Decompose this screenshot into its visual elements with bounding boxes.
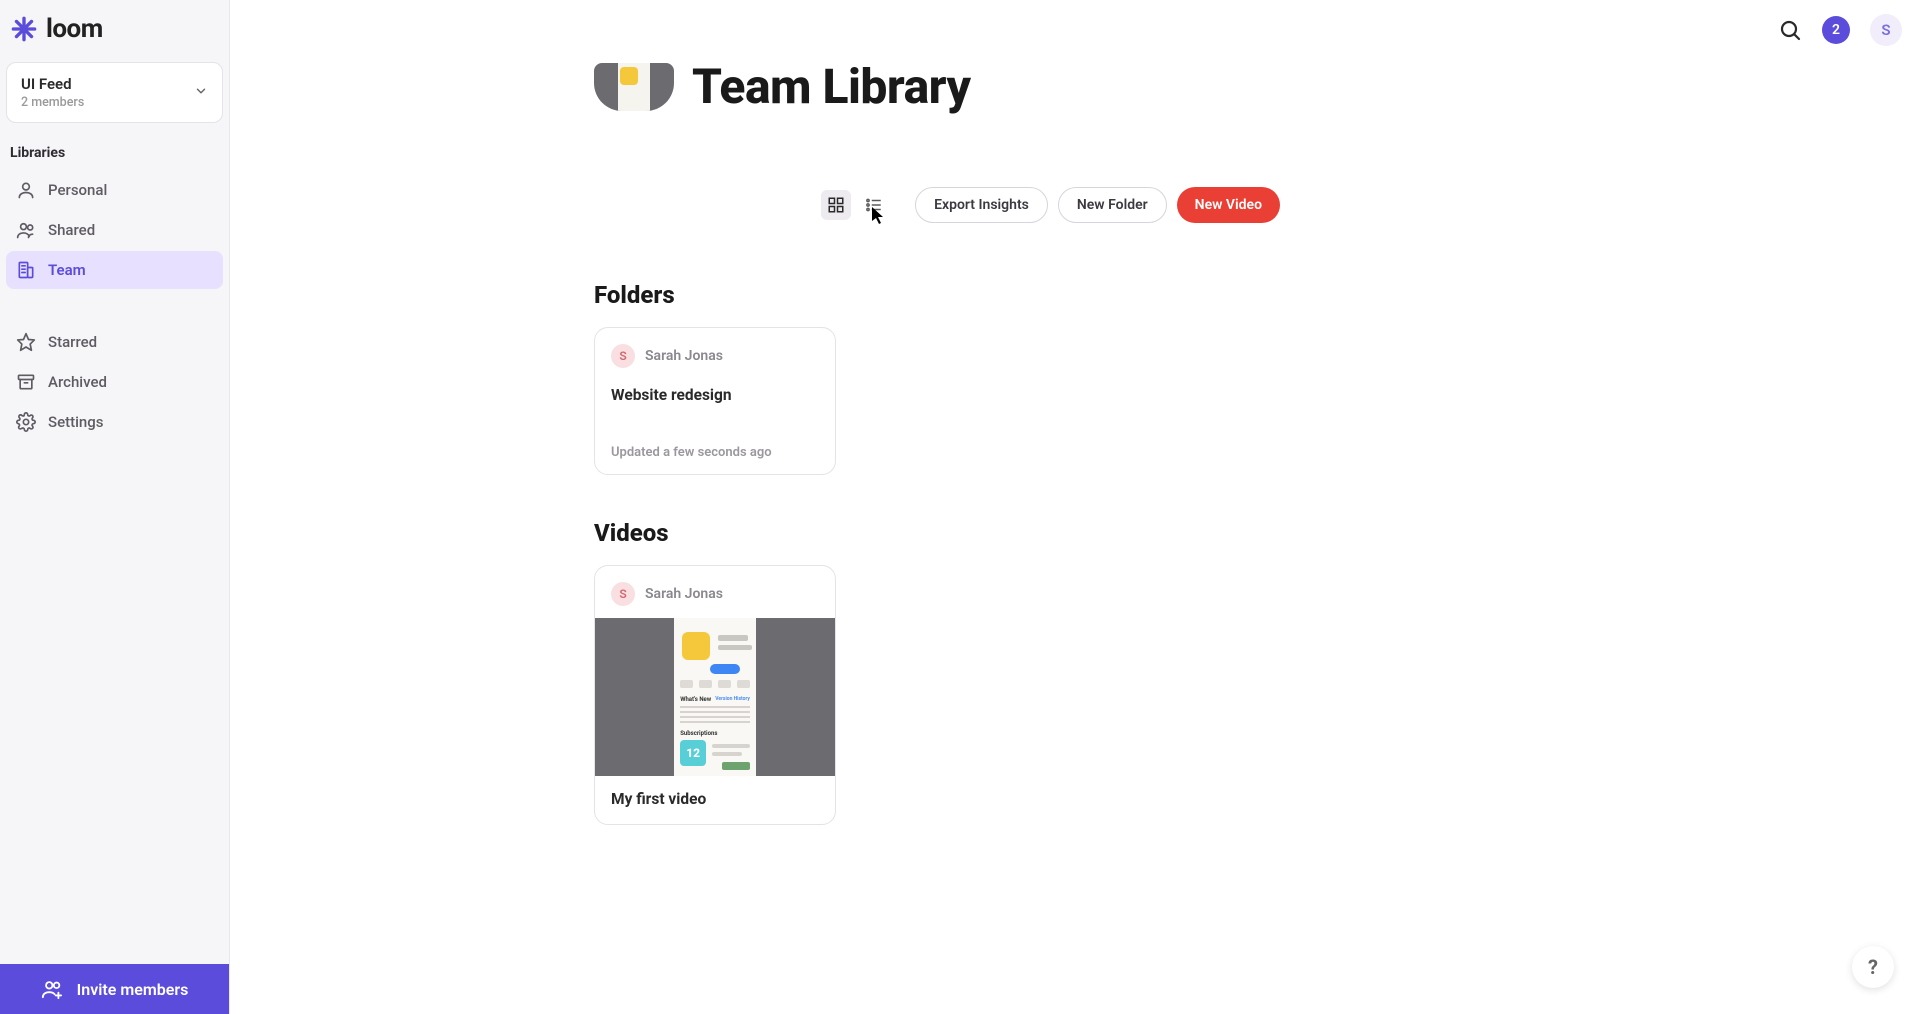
sidebar-item-label: Archived [48, 373, 107, 391]
help-button[interactable]: ? [1852, 946, 1894, 988]
main: 2 S Team Library Export Insights New Fol… [230, 0, 1920, 1014]
invite-members-label: Invite members [77, 980, 189, 999]
search-icon [1778, 18, 1802, 42]
owner-avatar: S [611, 344, 635, 368]
sidebar-item-shared[interactable]: Shared [6, 211, 223, 249]
video-thumbnail: What's New Version History Subscriptions… [595, 618, 835, 776]
folder-card[interactable]: S Sarah Jonas Website redesign Updated a… [594, 327, 836, 475]
users-icon [16, 220, 36, 240]
star-icon [16, 332, 36, 352]
folders-section-title: Folders [594, 281, 1280, 309]
page-thumbnail [594, 63, 674, 111]
logo[interactable]: loom [0, 0, 229, 62]
chevron-down-icon [194, 83, 208, 102]
user-avatar[interactable]: S [1870, 14, 1902, 46]
workspace-switcher[interactable]: UI Feed 2 members [6, 62, 223, 123]
invite-icon [41, 978, 63, 1000]
sidebar-item-starred[interactable]: Starred [6, 323, 223, 361]
sidebar-item-label: Personal [48, 181, 107, 199]
list-view-button[interactable] [859, 190, 889, 220]
sidebar-section-libraries: Libraries [0, 141, 229, 171]
notifications-badge[interactable]: 2 [1822, 16, 1850, 44]
videos-section-title: Videos [594, 519, 1280, 547]
workspace-members: 2 members [21, 95, 84, 110]
sidebar-item-label: Settings [48, 413, 104, 431]
grid-icon [827, 196, 845, 214]
new-folder-label: New Folder [1077, 197, 1148, 213]
sidebar-item-settings[interactable]: Settings [6, 403, 223, 441]
page-title: Team Library [692, 58, 970, 115]
workspace-name: UI Feed [21, 75, 84, 93]
page-header: Team Library [594, 58, 1280, 115]
owner-avatar: S [611, 582, 635, 606]
header-actions: 2 S [1778, 14, 1902, 46]
gear-icon [16, 412, 36, 432]
sidebar-item-label: Shared [48, 221, 95, 239]
video-title: My first video [595, 776, 835, 824]
search-button[interactable] [1778, 18, 1802, 42]
export-insights-label: Export Insights [934, 197, 1029, 213]
building-icon [16, 260, 36, 280]
loom-logo-icon [10, 15, 38, 43]
toolbar: Export Insights New Folder New Video [594, 187, 1280, 223]
export-insights-button[interactable]: Export Insights [915, 187, 1048, 223]
archive-icon [16, 372, 36, 392]
view-toggle [821, 190, 889, 220]
logo-text: loom [46, 14, 103, 44]
new-video-label: New Video [1195, 197, 1262, 213]
user-icon [16, 180, 36, 200]
invite-members-button[interactable]: Invite members [0, 964, 229, 1014]
sidebar-item-label: Starred [48, 333, 97, 351]
help-icon: ? [1868, 955, 1878, 979]
owner-name: Sarah Jonas [645, 348, 723, 364]
sidebar-item-team[interactable]: Team [6, 251, 223, 289]
new-folder-button[interactable]: New Folder [1058, 187, 1167, 223]
sidebar-item-label: Team [48, 261, 86, 279]
video-card[interactable]: S Sarah Jonas What's New Version History [594, 565, 836, 825]
folder-updated: Updated a few seconds ago [611, 445, 819, 460]
new-video-button[interactable]: New Video [1177, 187, 1280, 223]
folder-name: Website redesign [611, 386, 819, 404]
sidebar-item-personal[interactable]: Personal [6, 171, 223, 209]
sidebar-nav: Personal Shared Team Starred Archived [0, 171, 229, 441]
grid-view-button[interactable] [821, 190, 851, 220]
list-icon [865, 196, 883, 214]
owner-name: Sarah Jonas [645, 586, 723, 602]
sidebar: loom UI Feed 2 members Libraries Persona… [0, 0, 230, 1014]
sidebar-item-archived[interactable]: Archived [6, 363, 223, 401]
